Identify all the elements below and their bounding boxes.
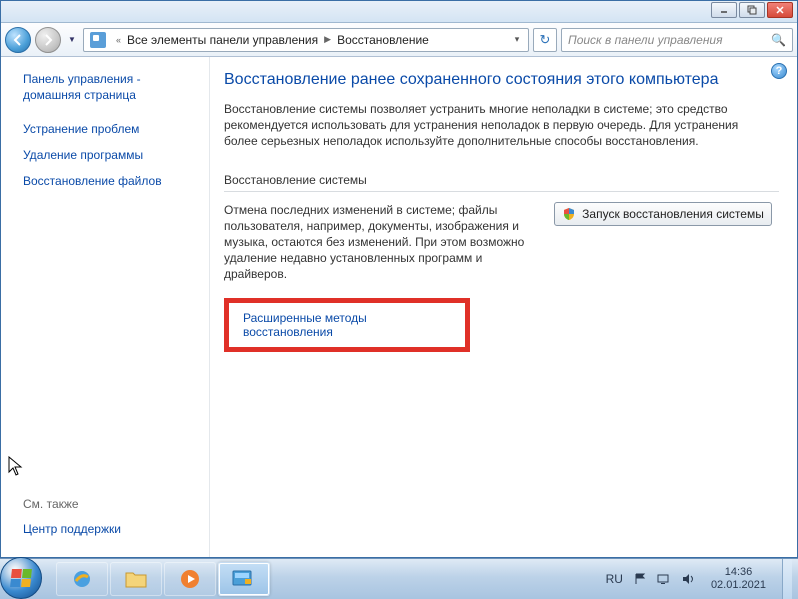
content-pane: ? Восстановление ранее сохраненного сост… xyxy=(209,57,797,557)
page-title: Восстановление ранее сохраненного состоя… xyxy=(224,71,779,89)
clock-time: 14:36 xyxy=(711,566,766,579)
minimize-button[interactable] xyxy=(711,2,737,18)
search-input[interactable]: Поиск в панели управления 🔍 xyxy=(561,28,793,52)
breadcrumb-leaf[interactable]: Восстановление xyxy=(337,33,429,47)
clock-date: 02.01.2021 xyxy=(711,579,766,592)
show-desktop-button[interactable] xyxy=(782,559,792,599)
advanced-recovery-link[interactable]: Расширенные методы восстановления xyxy=(243,311,367,339)
breadcrumb-arrow-icon: ▶ xyxy=(318,34,337,45)
media-player-icon xyxy=(179,568,201,590)
control-panel-icon xyxy=(90,32,106,48)
breadcrumb-dropdown-icon[interactable]: ▾ xyxy=(508,34,526,45)
breadcrumb-sep: « xyxy=(110,35,127,45)
ie-icon xyxy=(70,567,94,591)
nav-back-button[interactable] xyxy=(5,27,31,53)
see-also-action-center[interactable]: Центр поддержки xyxy=(23,521,201,537)
control-panel-task-icon xyxy=(231,569,257,589)
refresh-button[interactable]: ↻ xyxy=(533,28,557,52)
taskbar-controlpanel-button[interactable] xyxy=(218,562,270,596)
control-panel-window: ▼ « Все элементы панели управления ▶ Вос… xyxy=(0,0,798,558)
clock[interactable]: 14:36 02.01.2021 xyxy=(705,566,772,592)
start-button[interactable] xyxy=(0,557,42,599)
search-icon[interactable]: 🔍 xyxy=(771,33,786,47)
taskbar-mediaplayer-button[interactable] xyxy=(164,562,216,596)
network-tray-icon[interactable] xyxy=(657,572,671,586)
help-icon[interactable]: ? xyxy=(771,63,787,79)
nav-history-dropdown[interactable]: ▼ xyxy=(65,30,79,50)
sidebar-item-uninstall[interactable]: Удаление программы xyxy=(23,147,201,163)
nav-forward-button[interactable] xyxy=(35,27,61,53)
flag-tray-icon[interactable] xyxy=(633,572,647,586)
page-description: Восстановление системы позволяет устрани… xyxy=(224,101,774,149)
system-tray: RU 14:36 02.01.2021 xyxy=(606,559,798,599)
action-button-label: Запуск восстановления системы xyxy=(582,207,764,221)
breadcrumb-root[interactable]: Все элементы панели управления xyxy=(127,33,318,47)
search-placeholder: Поиск в панели управления xyxy=(568,33,723,47)
volume-tray-icon[interactable] xyxy=(681,572,695,586)
sidebar-item-troubleshoot[interactable]: Устранение проблем xyxy=(23,121,201,137)
taskbar-explorer-button[interactable] xyxy=(110,562,162,596)
maximize-button[interactable] xyxy=(739,2,765,18)
shield-icon xyxy=(562,207,576,221)
titlebar[interactable] xyxy=(1,1,797,23)
navbar: ▼ « Все элементы панели управления ▶ Вос… xyxy=(1,23,797,57)
restore-description: Отмена последних изменений в системе; фа… xyxy=(224,202,534,282)
taskbar: RU 14:36 02.01.2021 xyxy=(0,558,798,599)
see-also-label: См. также xyxy=(23,497,201,511)
sidebar: Панель управления -домашняя страница Уст… xyxy=(1,57,209,557)
taskbar-ie-button[interactable] xyxy=(56,562,108,596)
start-system-restore-button[interactable]: Запуск восстановления системы xyxy=(554,202,772,226)
language-indicator[interactable]: RU xyxy=(606,572,623,586)
sidebar-home-link[interactable]: Панель управления -домашняя страница xyxy=(23,71,201,103)
sidebar-item-file-recovery[interactable]: Восстановление файлов xyxy=(23,173,201,189)
windows-logo-icon xyxy=(10,569,32,587)
section-divider xyxy=(224,191,779,192)
close-button[interactable] xyxy=(767,2,793,18)
folder-icon xyxy=(124,569,148,589)
section-title: Восстановление системы xyxy=(224,173,779,187)
address-breadcrumb[interactable]: « Все элементы панели управления ▶ Восст… xyxy=(83,28,529,52)
highlighted-region: Расширенные методы восстановления xyxy=(224,298,470,352)
